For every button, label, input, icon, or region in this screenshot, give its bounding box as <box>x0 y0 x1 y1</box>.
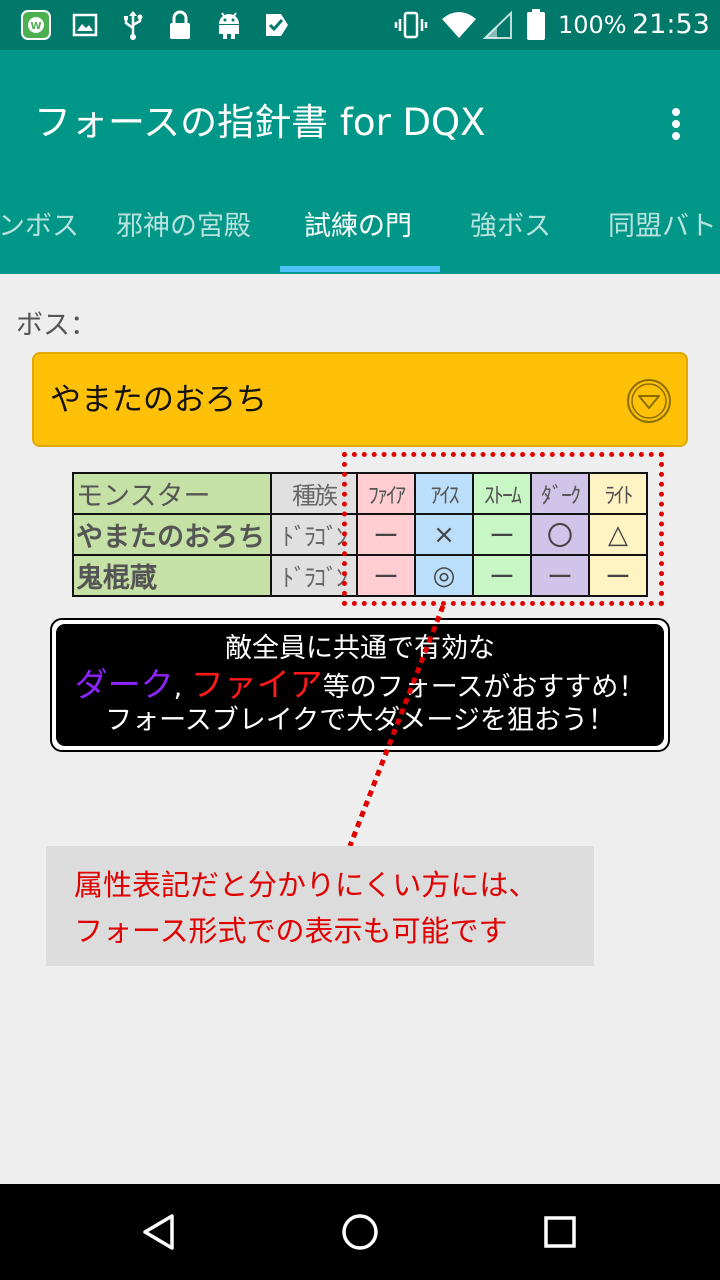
monster-name: 鬼棍蔵 <box>72 554 272 597</box>
tip-line-3: フォースブレイクで大ダメージを狙おう！ <box>105 705 615 736</box>
nav-bar <box>0 1184 720 1280</box>
tip-separator: , <box>173 672 191 703</box>
android-icon <box>214 9 244 41</box>
home-icon[interactable] <box>336 1208 384 1256</box>
back-icon[interactable] <box>136 1208 184 1256</box>
monster-name: やまたのおろち <box>72 513 272 556</box>
tab-0[interactable]: ンボス <box>0 200 79 274</box>
tab-1[interactable]: 邪神の宮殿 <box>116 200 251 274</box>
note-box: 属性表記だと分かりにくい方には、 フォース形式での表示も可能です <box>46 846 594 966</box>
status-bar: W 100% 21:53 <box>0 0 720 50</box>
note-line-1: 属性表記だと分かりにくい方には、 <box>74 868 538 902</box>
svg-text:W: W <box>30 21 41 32</box>
wifi-icon <box>440 9 478 41</box>
boss-label: ボス： <box>16 310 97 341</box>
app-bar: フォースの指針書 for DQX ンボス 邪神の宮殿 試練の門 強ボス 同盟バト <box>0 50 720 274</box>
tip-line-2-rest: 等のフォースがおすすめ！ <box>322 672 646 703</box>
tab-4[interactable]: 同盟バト <box>608 200 717 274</box>
lock-icon <box>166 9 194 41</box>
app-title: フォースの指針書 for DQX <box>34 101 486 144</box>
boss-selected-value: やまたのおろち <box>50 382 267 418</box>
recents-icon[interactable] <box>536 1208 584 1256</box>
check-icon <box>262 9 292 41</box>
tip-fire-text: ファイア <box>190 665 323 704</box>
tab-3[interactable]: 強ボス <box>470 200 551 274</box>
vibrate-icon <box>394 9 428 41</box>
tab-bar: ンボス 邪神の宮殿 試練の門 強ボス 同盟バト <box>0 200 720 274</box>
note-line-2: フォース形式での表示も可能です <box>74 914 508 948</box>
boss-dropdown[interactable]: やまたのおろち <box>32 352 688 447</box>
tip-line-2: ダーク, ファイア等のフォースがおすすめ！ <box>56 666 664 707</box>
tab-2[interactable]: 試練の門 <box>304 200 412 274</box>
image-icon <box>70 9 100 41</box>
tip-line-1: 敵全員に共通で有効な <box>225 633 495 664</box>
more-vert-icon[interactable] <box>660 102 692 146</box>
usb-icon <box>118 9 148 41</box>
chevron-down-circle-icon[interactable] <box>626 378 672 424</box>
battery-icon <box>524 9 548 41</box>
tip-dark-text: ダーク <box>74 665 174 704</box>
battery-percent: 100% <box>558 11 627 39</box>
app-badge-icon: W <box>20 9 52 41</box>
clock: 21:53 <box>632 9 710 40</box>
header-monster: モンスター <box>72 472 272 515</box>
highlight-box <box>342 452 664 606</box>
tab-indicator <box>280 266 440 272</box>
signal-icon <box>482 9 514 41</box>
